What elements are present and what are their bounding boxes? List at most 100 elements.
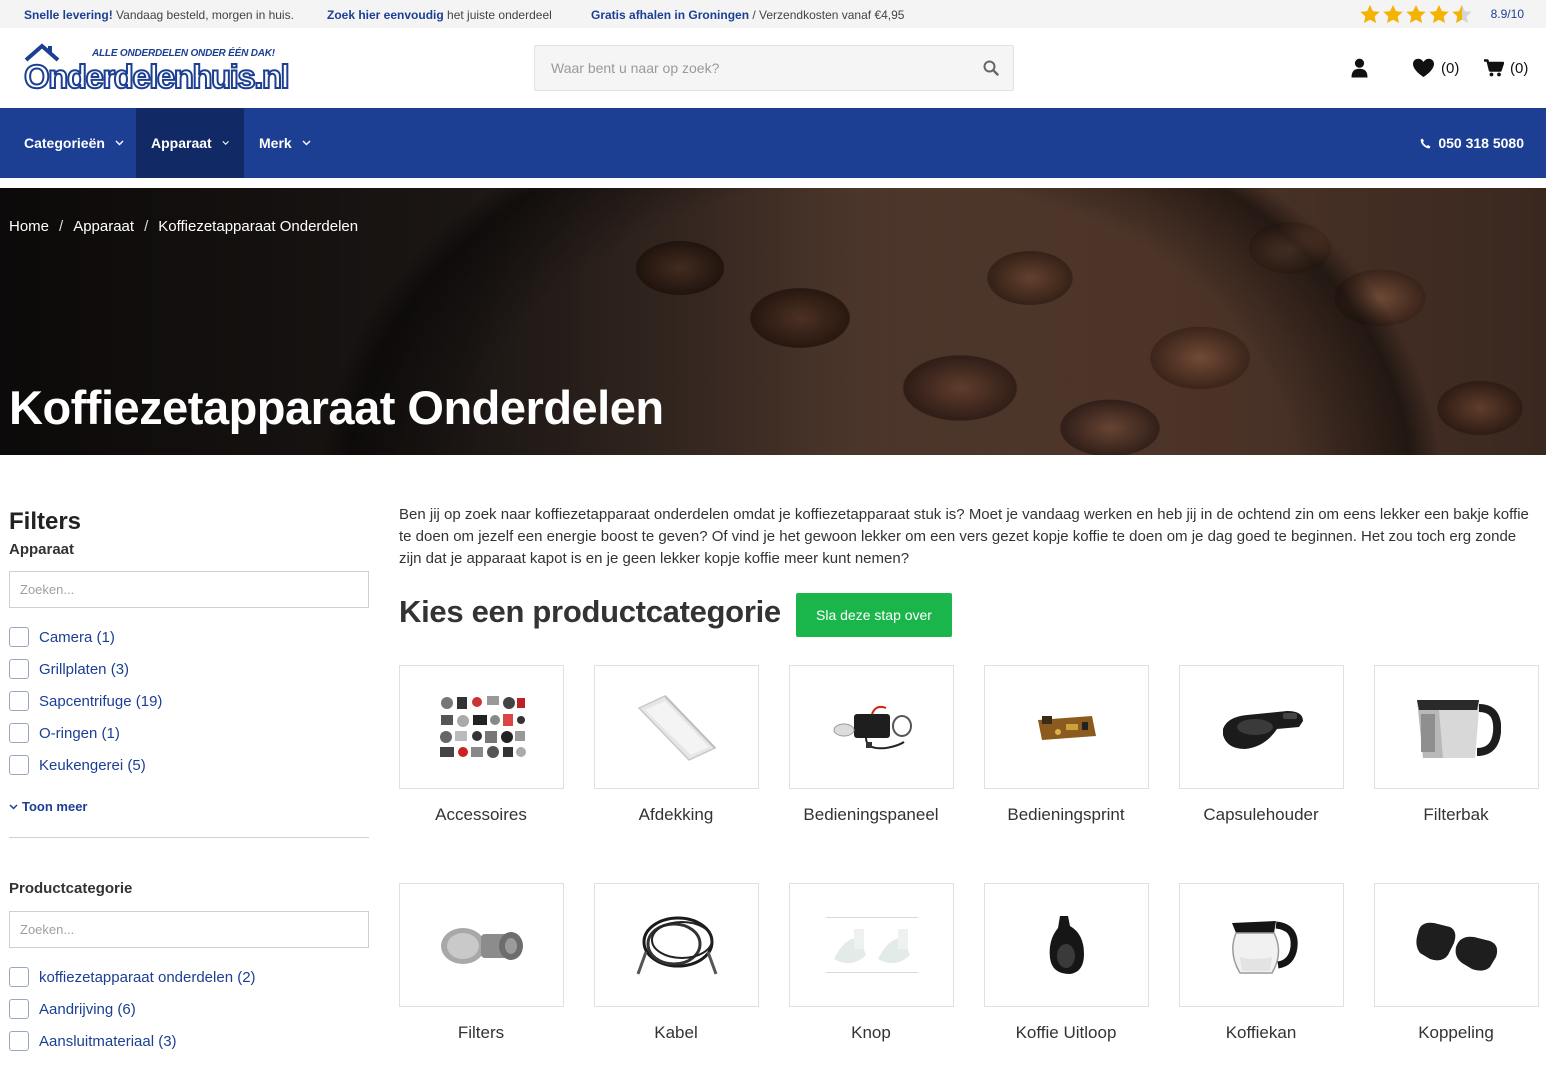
usp-bar: Snelle levering! Vandaag besteld, morgen…	[0, 0, 1546, 28]
skip-step-button[interactable]: Sla deze stap over	[796, 593, 952, 637]
phone-number: 050 318 5080	[1438, 135, 1524, 151]
filter-apparaat-search-input[interactable]	[10, 572, 368, 607]
chevron-down-icon	[115, 140, 124, 146]
capsule-holder-image	[1222, 711, 1303, 749]
filter-option[interactable]: Aandrijving (6)	[9, 993, 369, 1025]
show-more-label: Toon meer	[22, 799, 88, 814]
page-title: Koffiezetapparaat Onderdelen	[9, 381, 664, 434]
filter-group-apparaat-title: Apparaat	[9, 541, 75, 558]
wishlist-button[interactable]: (0)	[1412, 56, 1459, 80]
category-tile-koffiekan[interactable]	[1179, 883, 1344, 1007]
wishlist-count: (0)	[1441, 59, 1460, 77]
filter-checkbox[interactable]	[9, 755, 29, 775]
breadcrumb-apparaat[interactable]: Apparaat	[73, 218, 134, 235]
category-label[interactable]: Capsulehouder	[1161, 805, 1361, 825]
show-more-link[interactable]: Toon meer	[9, 799, 369, 814]
chevron-down-icon	[302, 140, 311, 146]
usp-easy-search[interactable]: Zoek hier eenvoudig het juiste onderdeel	[327, 8, 552, 22]
category-tile-capsulehouder[interactable]	[1179, 665, 1344, 789]
phone-link[interactable]: 050 318 5080	[1420, 108, 1524, 178]
category-label[interactable]: Koppeling	[1356, 1023, 1546, 1043]
filter-option[interactable]: Aansluitmateriaal (3)	[9, 1025, 369, 1057]
filter-checkbox[interactable]	[9, 691, 29, 711]
filter-checkbox[interactable]	[9, 723, 29, 743]
category-label[interactable]: Afdekking	[576, 805, 776, 825]
breadcrumb-home[interactable]: Home	[9, 218, 49, 235]
main-navigation: Categorieën Apparaat Merk 050 318 5080	[0, 108, 1546, 178]
category-label[interactable]: Koffiekan	[1161, 1023, 1361, 1043]
category-tile-knop[interactable]	[789, 883, 954, 1007]
filter-sidebar: Filters Apparaat Camera (1) Grillplaten …	[9, 508, 369, 1057]
breadcrumb: Home / Apparaat / Koffiezetapparaat Onde…	[9, 218, 358, 235]
filter-option-label: Grillplaten (3)	[39, 660, 130, 678]
category-label[interactable]: Koffie Uitloop	[966, 1023, 1166, 1043]
filter-option[interactable]: Sapcentrifuge (19)	[9, 685, 369, 717]
filter-option[interactable]: O-ringen (1)	[9, 717, 369, 749]
category-tile-filterbak[interactable]	[1374, 665, 1539, 789]
site-header: ALLE ONDERDELEN ONDER ÉÉN DAK! Onderdele…	[0, 28, 1546, 108]
filter-group-productcategorie-title: Productcategorie	[9, 880, 133, 897]
usp-easy-search-bold: Zoek hier eenvoudig	[327, 8, 444, 22]
filter-basket-image	[1416, 700, 1501, 758]
category-label[interactable]: Kabel	[576, 1023, 776, 1043]
category-label[interactable]: Filterbak	[1356, 805, 1546, 825]
nav-merk[interactable]: Merk	[244, 108, 326, 178]
usp-free-pickup-bold: Gratis afhalen in Groningen	[591, 8, 750, 22]
filter-option[interactable]: Keukengerei (5)	[9, 749, 369, 781]
filter-productcategorie-options: koffiezetapparaat onderdelen (2) Aandrij…	[9, 961, 369, 1057]
filter-checkbox[interactable]	[9, 967, 29, 987]
filter-option-label: Keukengerei (5)	[39, 756, 146, 774]
nav-categorieen[interactable]: Categorieën	[9, 108, 139, 178]
category-heading: Kies een productcategorie	[399, 594, 781, 629]
filter-checkbox[interactable]	[9, 999, 29, 1019]
filter-productcategorie-search	[9, 911, 369, 948]
search-input[interactable]	[535, 46, 1013, 90]
star-icon	[1406, 5, 1426, 23]
nav-apparaat[interactable]: Apparaat	[136, 108, 244, 178]
category-tile-koppeling[interactable]	[1374, 883, 1539, 1007]
knob-part-image	[825, 917, 918, 973]
category-label[interactable]: Bedieningsprint	[966, 805, 1166, 825]
category-intro-text: Ben jij op zoek naar koffiezetapparaat o…	[399, 506, 1529, 567]
phone-icon	[1420, 138, 1431, 148]
rating-stars	[1359, 4, 1473, 24]
cart-button[interactable]: (0)	[1484, 56, 1528, 80]
category-label[interactable]: Bedieningspaneel	[771, 805, 971, 825]
filter-productcategorie-search-input[interactable]	[10, 912, 368, 947]
filter-option[interactable]: Camera (1)	[9, 621, 369, 653]
user-icon	[1351, 58, 1368, 78]
category-tile-koffie-uitloop[interactable]	[984, 883, 1149, 1007]
filter-option-label: O-ringen (1)	[39, 724, 120, 742]
filter-divider	[9, 837, 369, 838]
category-tile-bedieningsprint[interactable]	[984, 665, 1149, 789]
category-tile-filters[interactable]	[399, 883, 564, 1007]
category-tile-afdekking[interactable]	[594, 665, 759, 789]
category-tile-bedieningspaneel[interactable]	[789, 665, 954, 789]
category-label[interactable]: Filters	[381, 1023, 581, 1043]
filter-checkbox[interactable]	[9, 1031, 29, 1051]
breadcrumb-separator: /	[59, 218, 64, 235]
category-tile-accessoires[interactable]	[399, 665, 564, 789]
usp-easy-search-text: het juiste onderdeel	[443, 8, 552, 22]
category-tile-kabel[interactable]	[594, 883, 759, 1007]
account-button[interactable]	[1351, 56, 1368, 80]
search-icon[interactable]	[983, 60, 999, 76]
hero-banner: Home / Apparaat / Koffiezetapparaat Onde…	[0, 188, 1546, 455]
category-label[interactable]: Accessoires	[381, 805, 581, 825]
control-panel-image	[833, 705, 912, 750]
star-icon	[1429, 5, 1449, 23]
star-icon	[1452, 5, 1472, 23]
usp-free-pickup: Gratis afhalen in Groningen / Verzendkos…	[591, 8, 904, 22]
filter-checkbox[interactable]	[9, 627, 29, 647]
circuit-board-image	[1037, 716, 1096, 740]
customer-rating[interactable]: 8.9/10	[1359, 4, 1524, 24]
site-logo[interactable]: ALLE ONDERDELEN ONDER ÉÉN DAK! Onderdele…	[23, 42, 291, 95]
filter-option[interactable]: koffiezetapparaat onderdelen (2)	[9, 961, 369, 993]
filter-checkbox[interactable]	[9, 659, 29, 679]
filter-apparaat-search	[9, 571, 369, 608]
accessories-collage-image	[439, 696, 526, 758]
coffee-pot-image	[1231, 921, 1298, 974]
filter-option[interactable]: Grillplaten (3)	[9, 653, 369, 685]
usp-fast-delivery-text: Vandaag besteld, morgen in huis.	[112, 8, 294, 22]
category-label[interactable]: Knop	[771, 1023, 971, 1043]
